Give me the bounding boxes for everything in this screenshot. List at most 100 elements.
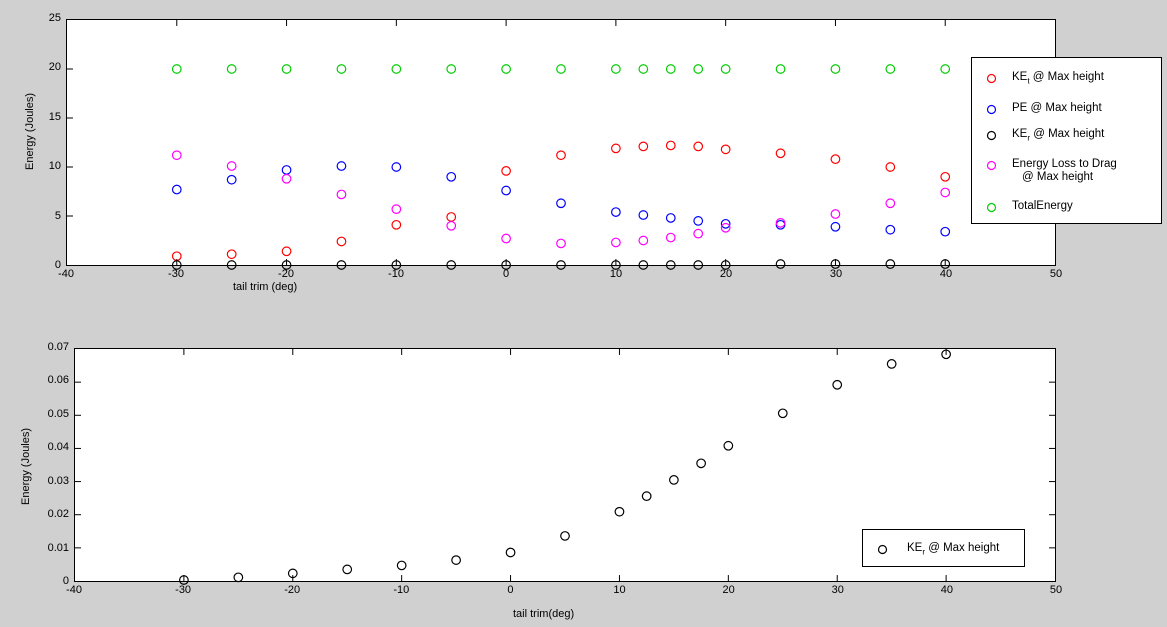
circle-marker-red	[980, 71, 1002, 84]
data-point-marker	[693, 141, 704, 152]
data-point-marker	[336, 189, 347, 200]
data-point-marker	[720, 144, 731, 155]
data-point-marker	[336, 64, 347, 74]
data-point-marker	[668, 475, 679, 485]
legend-entry[interactable]: KEr @ Max height	[980, 128, 1104, 144]
top-plot-drawing	[67, 20, 1055, 270]
data-point-marker	[723, 440, 734, 451]
data-point-marker	[940, 226, 951, 237]
y-tick-label: 0.04	[47, 441, 69, 454]
data-point-marker	[830, 64, 841, 74]
y-tick-label: 0.05	[47, 407, 69, 420]
y-tick-label: 20	[48, 61, 61, 74]
x-tick-label: 10	[613, 584, 626, 596]
y-tick-label: 0.07	[47, 341, 69, 353]
x-tick-label: -10	[388, 268, 404, 280]
data-point-marker	[226, 64, 237, 74]
data-point-marker	[501, 166, 512, 176]
data-point-marker	[940, 171, 951, 182]
bottom-y-axis-title: Energy (Joules)	[20, 427, 32, 505]
circle-marker-green	[980, 200, 1002, 213]
x-tick-label: 50	[1049, 268, 1063, 280]
x-tick-label: 30	[829, 268, 843, 280]
data-point-marker	[885, 224, 896, 235]
data-point-marker	[446, 64, 457, 74]
legend-entry[interactable]: Energy Loss to Drag @ Max height	[980, 158, 1117, 184]
data-point-marker	[885, 259, 896, 269]
data-point-marker	[610, 64, 621, 74]
data-point-marker	[638, 64, 649, 74]
data-point-marker	[171, 184, 182, 195]
data-point-marker	[832, 379, 843, 390]
data-point-marker	[281, 173, 292, 184]
data-point-marker	[281, 246, 292, 257]
data-point-marker	[720, 64, 731, 74]
data-point-marker	[226, 260, 237, 270]
legend-entry[interactable]: TotalEnergy	[980, 200, 1073, 213]
data-point-marker	[638, 210, 649, 220]
data-point-marker	[610, 237, 621, 248]
data-series	[171, 64, 951, 74]
y-tick-label: 5	[54, 209, 61, 222]
data-point-marker	[830, 221, 841, 232]
legend-entry-label: PE @ Max height	[1012, 102, 1102, 114]
legend-entry-label: KEt @ Max height	[1012, 71, 1104, 86]
data-point-marker	[556, 150, 566, 161]
x-tick-label: 0	[507, 584, 514, 596]
legend-entry-label: TotalEnergy	[1012, 200, 1073, 212]
legend-entry[interactable]: KEt @ Max height	[980, 71, 1104, 87]
data-point-marker	[391, 219, 402, 230]
data-point-marker	[556, 64, 566, 74]
data-point-marker	[665, 260, 676, 270]
top-plot-axes	[66, 19, 1056, 270]
data-point-marker	[171, 150, 182, 161]
data-point-marker	[342, 564, 353, 575]
data-point-marker	[556, 198, 566, 209]
data-point-marker	[336, 260, 347, 270]
x-tick-label: 20	[722, 584, 735, 596]
data-point-marker	[171, 64, 182, 74]
top-plot-legend[interactable]: KEt @ Max height PE @ Max height KEr @ Max…	[971, 57, 1162, 224]
data-point-marker	[940, 187, 951, 198]
data-point-marker	[446, 212, 457, 222]
data-point-marker	[556, 260, 566, 270]
data-point-marker	[775, 148, 786, 159]
data-point-marker	[885, 162, 896, 172]
circle-marker-magenta	[980, 158, 1002, 171]
y-tick-label: 0	[54, 259, 61, 271]
data-point-marker	[775, 217, 786, 228]
data-point-marker	[501, 185, 512, 196]
circle-marker-blue	[980, 102, 1002, 115]
legend-entry-label: KEr @ Max height	[907, 542, 1000, 557]
data-point-marker	[693, 64, 704, 74]
data-point-marker	[391, 64, 402, 74]
bottom-plot-legend[interactable]: KEr @ Max height	[862, 529, 1025, 567]
circle-marker-black	[980, 128, 1002, 141]
data-point-marker	[638, 141, 649, 152]
data-point-marker	[501, 64, 512, 74]
legend-entry[interactable]: PE @ Max height	[980, 102, 1102, 115]
data-point-marker	[775, 259, 786, 269]
bottom-x-axis-title: tail trim(deg)	[513, 608, 575, 620]
x-tick-label: 30	[831, 584, 844, 596]
data-point-marker	[641, 491, 652, 502]
legend-entry[interactable]: KEr @ Max height	[871, 542, 999, 558]
data-point-marker	[446, 171, 457, 182]
data-point-marker	[830, 209, 841, 219]
x-tick-label: -10	[393, 584, 410, 596]
legend-entry-label: Energy Loss to Drag @ Max height	[1012, 158, 1117, 183]
data-point-marker	[775, 64, 786, 74]
matlab-figure-canvas: -40 -30 -20 -10 0 10 20 30 40 50 0 5 10 15 20 25 Energy…	[0, 0, 1167, 627]
data-point-marker	[885, 198, 896, 209]
y-tick-label: 0.06	[47, 374, 69, 387]
data-point-marker	[610, 143, 621, 154]
data-point-marker	[226, 249, 237, 260]
x-tick-label: -20	[278, 268, 294, 280]
data-point-marker	[693, 216, 704, 226]
data-point-marker	[336, 161, 347, 171]
y-tick-label: 25	[48, 12, 61, 24]
data-point-marker	[886, 359, 897, 369]
data-point-marker	[777, 408, 788, 419]
data-series	[171, 140, 951, 262]
y-tick-label: 0	[62, 575, 69, 587]
